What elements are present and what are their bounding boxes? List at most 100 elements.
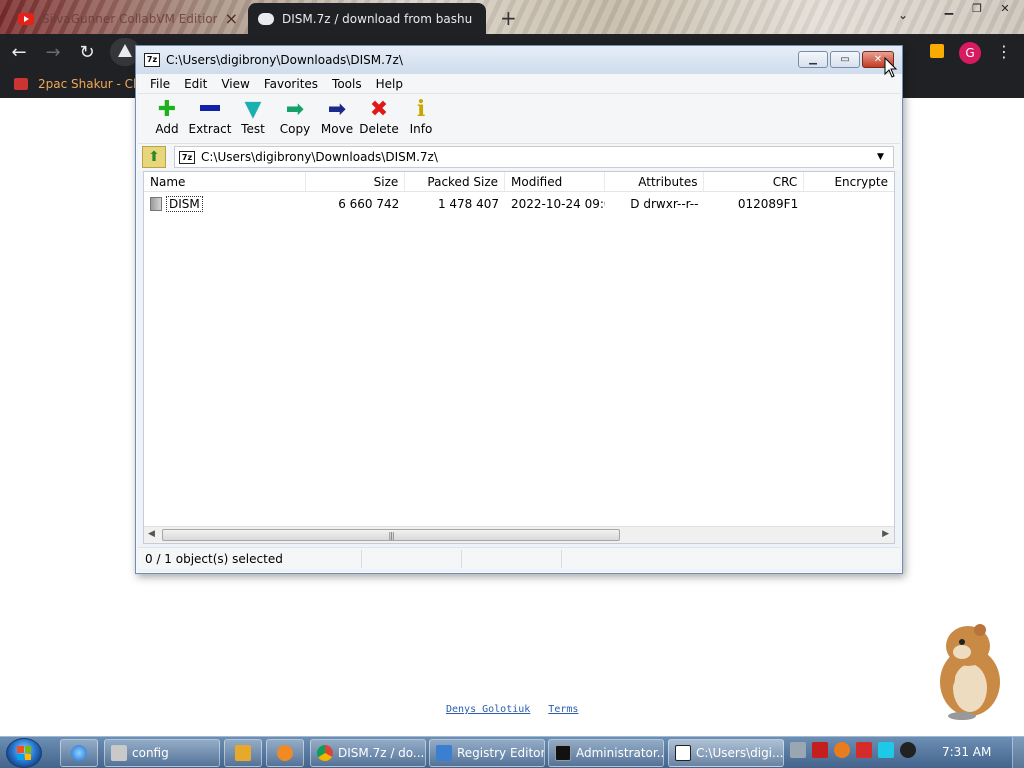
column-crc[interactable]: CRC <box>704 172 805 191</box>
address-toolbar: ⬆ 7z C:\Users\digibrony\Downloads\DISM.7… <box>138 144 900 170</box>
add-button[interactable]: ✚ Add <box>146 94 188 137</box>
item-crc: 012089F1 <box>737 197 799 211</box>
media-player-icon <box>235 745 251 761</box>
copy-arrow-icon: ➡ <box>285 96 305 122</box>
up-folder-button[interactable]: ⬆ <box>142 146 166 168</box>
browser-window-controls: ▁ ❐ ✕ <box>936 0 1018 16</box>
internet-explorer-icon <box>71 745 87 761</box>
item-packed-size: 1 478 407 <box>437 197 500 211</box>
taskbar-7zip[interactable]: C:\Users\digi... <box>668 739 784 767</box>
checkmark-icon: ▼ <box>244 96 262 122</box>
start-button[interactable] <box>6 738 42 768</box>
minus-icon <box>200 105 220 111</box>
taskbar-media-player[interactable] <box>224 739 262 767</box>
toolbar: ✚ Add Extract ▼ Test ➡ Copy ➡ Move ✖ Del… <box>138 94 900 144</box>
item-name-cell: DISM <box>144 193 306 215</box>
scroll-left-icon[interactable]: ◀ <box>148 529 155 539</box>
menu-tools[interactable]: Tools <box>326 77 370 91</box>
column-size[interactable]: Size <box>306 172 406 191</box>
taskbar-label: config <box>132 746 169 760</box>
scroll-thumb[interactable]: ||| <box>162 529 620 541</box>
column-modified[interactable]: Modified <box>505 172 605 191</box>
menu-kebab-icon[interactable]: ⋮ <box>996 42 1012 61</box>
tray-search-icon[interactable] <box>834 742 850 758</box>
taskbar-label: DISM.7z / do... <box>338 746 425 760</box>
column-packed-size[interactable]: Packed Size <box>405 172 506 191</box>
show-desktop-button[interactable] <box>1012 737 1024 768</box>
move-button[interactable]: ➡ Move <box>316 94 358 137</box>
browser-tab-siivagunner[interactable]: SiivaGunner CollabVM Edition × <box>8 3 248 34</box>
path-combobox[interactable]: 7z C:\Users\digibrony\Downloads\DISM.7z\… <box>174 146 894 168</box>
taskbar-config[interactable]: config <box>104 739 220 767</box>
maximize-button[interactable]: ▭ <box>830 51 860 68</box>
browser-tab-strip: SiivaGunner CollabVM Edition × DISM.7z /… <box>0 0 1024 34</box>
taskbar-command-prompt[interactable]: Administrator... <box>548 739 664 767</box>
column-encrypted[interactable]: Encrypte <box>804 172 894 191</box>
delete-button[interactable]: ✖ Delete <box>358 94 400 137</box>
terms-link[interactable]: Terms <box>548 704 578 715</box>
taskbar-pinned-app[interactable] <box>266 739 304 767</box>
move-label: Move <box>320 122 354 136</box>
info-button[interactable]: i Info <box>400 94 442 136</box>
tab-close-icon[interactable]: × <box>225 10 238 27</box>
new-tab-button[interactable]: + <box>500 6 517 30</box>
reload-icon[interactable]: ↻ <box>72 37 102 67</box>
list-item[interactable]: DISM 6 660 742 1 478 407 2022-10-24 09:0… <box>144 193 894 215</box>
taskbar-registry-editor[interactable]: Registry Editor <box>429 739 545 767</box>
minimize-icon[interactable]: ▁ <box>936 0 962 16</box>
browser-tab-dism[interactable]: DISM.7z / download from bashu <box>248 3 486 34</box>
7zip-icon <box>675 745 691 761</box>
forward-arrow-icon[interactable]: → <box>38 37 68 67</box>
menu-help[interactable]: Help <box>370 77 411 91</box>
youtube-icon <box>18 12 34 25</box>
warning-icon[interactable] <box>118 44 132 57</box>
item-size: 6 660 742 <box>338 197 400 211</box>
horizontal-scrollbar[interactable]: ◀ ||| ▶ <box>144 526 894 543</box>
tray-volume-icon[interactable] <box>900 742 916 758</box>
scroll-right-icon[interactable]: ▶ <box>882 529 889 539</box>
menu-file[interactable]: File <box>144 77 178 91</box>
menu-view[interactable]: View <box>215 77 257 91</box>
copy-button[interactable]: ➡ Copy <box>274 94 316 137</box>
menu-favorites[interactable]: Favorites <box>258 77 326 91</box>
menu-edit[interactable]: Edit <box>178 77 215 91</box>
tray-v-icon[interactable] <box>812 742 828 758</box>
clock[interactable]: 7:31 AM <box>942 745 991 759</box>
tray-network-icon[interactable] <box>878 742 894 758</box>
minimize-button[interactable]: ▁ <box>798 51 828 68</box>
status-cell-2 <box>362 549 462 568</box>
window-titlebar[interactable]: 7z C:\Users\digibrony\Downloads\DISM.7z\… <box>136 46 902 74</box>
taskbar-label: Administrator... <box>576 746 664 760</box>
author-link[interactable]: Denys Golotiuk <box>446 704 530 715</box>
test-button[interactable]: ▼ Test <box>232 94 274 137</box>
extract-label: Extract <box>188 122 232 136</box>
back-arrow-icon[interactable]: ← <box>4 37 34 67</box>
extract-button[interactable]: Extract <box>188 94 232 136</box>
column-attributes[interactable]: Attributes <box>605 172 705 191</box>
restore-icon[interactable]: ❐ <box>964 0 990 16</box>
taskbar-chrome[interactable]: DISM.7z / do... <box>310 739 426 767</box>
status-bar: 0 / 1 object(s) selected <box>138 547 900 569</box>
chrome-icon <box>317 745 333 761</box>
column-name[interactable]: Name <box>144 172 306 191</box>
file-list: Name Size Packed Size Modified Attribute… <box>143 171 895 544</box>
plus-icon: ✚ <box>157 96 177 122</box>
tray-app-icon[interactable] <box>790 742 806 758</box>
dropdown-arrow-icon[interactable]: ▼ <box>877 152 893 162</box>
taskbar-internet-explorer[interactable] <box>60 739 98 767</box>
window-controls: ▁ ▭ ✕ <box>798 51 894 68</box>
copy-label: Copy <box>279 122 311 136</box>
move-arrow-icon: ➡ <box>327 96 347 122</box>
tray-flag-icon[interactable] <box>856 742 872 758</box>
item-encrypted <box>804 193 894 215</box>
7zip-app-icon: 7z <box>144 53 160 67</box>
extension-icon[interactable] <box>930 44 944 58</box>
profile-avatar[interactable]: G <box>959 42 981 64</box>
tab-search-chevron-icon[interactable]: ⌄ <box>898 8 908 22</box>
bookmark-icon <box>14 78 28 90</box>
close-icon[interactable]: ✕ <box>992 0 1018 16</box>
add-label: Add <box>155 122 179 136</box>
windows-logo-icon <box>17 746 31 760</box>
mouse-cursor-icon <box>884 57 898 78</box>
windows-taskbar: config DISM.7z / do... Registry Editor A… <box>0 736 1024 768</box>
